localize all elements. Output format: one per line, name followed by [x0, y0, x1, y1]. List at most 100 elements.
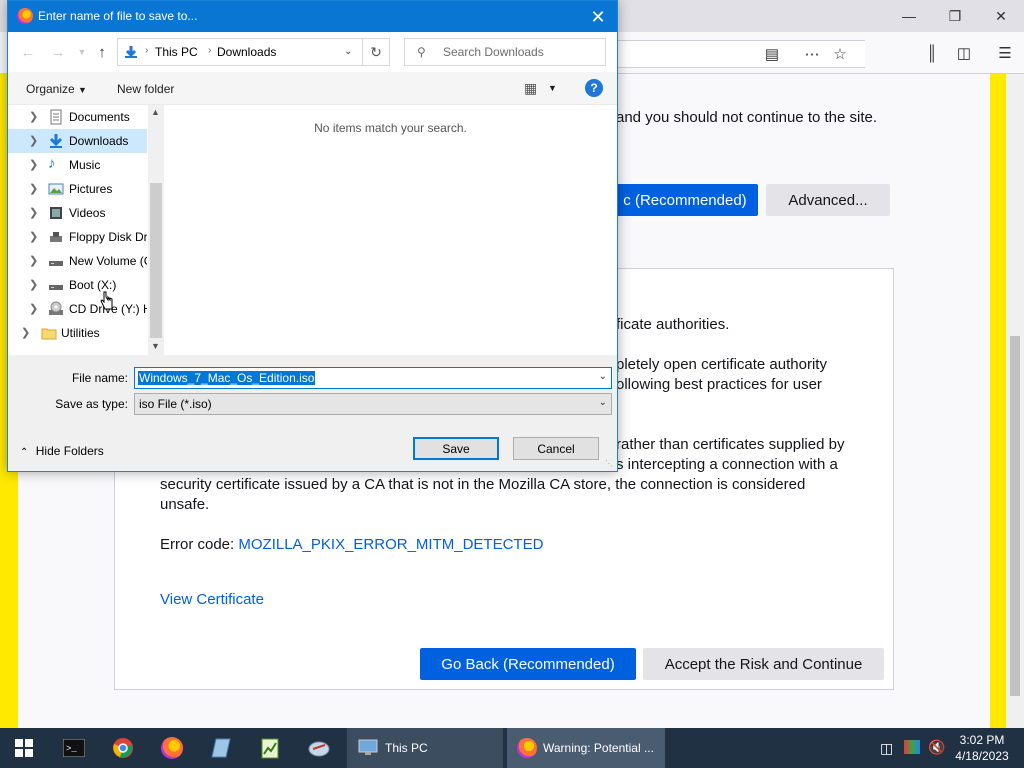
- up-arrow-icon[interactable]: ↑: [92, 43, 112, 61]
- save-type-dropdown-icon[interactable]: ⌄: [599, 397, 607, 408]
- taskbar-firefox[interactable]: [148, 728, 196, 768]
- nav-item-label: Documents: [69, 110, 130, 124]
- hide-folders-toggle[interactable]: ⌃ Hide Folders: [20, 444, 104, 458]
- scroll-up-icon[interactable]: ▲: [151, 107, 160, 117]
- expand-chevron-icon[interactable]: ❯: [29, 278, 38, 291]
- taskbar-app-5[interactable]: [246, 728, 294, 768]
- save-button[interactable]: Save: [413, 437, 499, 460]
- scroll-down-icon[interactable]: ▼: [151, 341, 160, 351]
- nav-item-cd-drive[interactable]: ❯ CD Drive (Y:) H: [8, 297, 147, 321]
- close-icon[interactable]: ✕: [978, 0, 1024, 32]
- nav-item-utilities[interactable]: ❯ Utilities: [8, 321, 147, 345]
- library-icon[interactable]: ║: [921, 42, 943, 64]
- taskbar-app-4[interactable]: [197, 728, 245, 768]
- new-folder-button[interactable]: New folder: [117, 82, 174, 96]
- expand-chevron-icon[interactable]: ❯: [29, 134, 38, 147]
- nav-item-boot[interactable]: ❯ Boot (X:): [8, 273, 147, 297]
- hide-folders-label: Hide Folders: [35, 444, 104, 458]
- search-downloads-field[interactable]: ⚲ Search Downloads: [404, 38, 606, 66]
- expand-chevron-icon[interactable]: ❯: [29, 110, 38, 123]
- nav-item-label: Videos: [69, 206, 106, 220]
- firefox-icon: [517, 738, 537, 758]
- reader-view-icon[interactable]: ▤: [761, 43, 783, 65]
- view-options-icon[interactable]: ▦: [524, 80, 537, 97]
- nav-item-floppy-disk[interactable]: ❯ Floppy Disk Dri: [8, 225, 147, 249]
- advanced-text-line: s intercepting a connection with a: [616, 456, 838, 473]
- expand-chevron-icon[interactable]: ❯: [29, 206, 38, 219]
- nav-item-downloads[interactable]: ❯ Downloads: [8, 129, 147, 153]
- accept-risk-button[interactable]: Accept the Risk and Continue: [643, 648, 884, 680]
- nav-item-pictures[interactable]: ❯ Pictures: [8, 177, 147, 201]
- taskbar-app-6[interactable]: [295, 728, 343, 768]
- network-icon[interactable]: ◫: [880, 740, 893, 757]
- minimize-icon[interactable]: —: [886, 0, 932, 32]
- nav-item-label: Boot (X:): [69, 278, 117, 292]
- nav-item-label: New Volume (C: [69, 254, 147, 268]
- system-clock[interactable]: 3:02 PM 4/18/2023: [944, 732, 1020, 764]
- advanced-button[interactable]: Advanced...: [766, 184, 890, 216]
- address-breadcrumb[interactable]: › This PC › Downloads ⌄: [117, 38, 363, 66]
- taskbar-this-pc-label: This PC: [385, 741, 428, 755]
- expand-chevron-icon[interactable]: ❯: [29, 182, 38, 195]
- folder-icon: [41, 328, 57, 340]
- breadcrumb-this-pc[interactable]: This PC: [155, 45, 198, 59]
- file-name-field[interactable]: Windows_7_Mac_Os_Edition.iso ⌄: [134, 367, 612, 389]
- address-dropdown-icon[interactable]: ⌄: [344, 46, 352, 57]
- taskbar-chrome[interactable]: [99, 728, 147, 768]
- nav-item-documents[interactable]: ❯ Documents: [8, 105, 147, 129]
- start-button[interactable]: [0, 728, 48, 768]
- expand-chevron-icon[interactable]: ❯: [21, 326, 30, 339]
- file-name-dropdown-icon[interactable]: ⌄: [599, 371, 607, 382]
- expand-chevron-icon[interactable]: ❯: [29, 254, 38, 267]
- organize-menu[interactable]: Organize ▼: [26, 82, 87, 96]
- back-arrow-icon[interactable]: ←: [18, 43, 38, 61]
- advanced-text-line: rather than certificates supplied by: [616, 436, 845, 453]
- chart-doc-icon: [261, 738, 279, 759]
- nav-item-new-volume[interactable]: ❯ New Volume (C: [8, 249, 147, 273]
- taskbar-terminal[interactable]: >_: [50, 728, 98, 768]
- utility-icon: [308, 741, 330, 757]
- forward-arrow-icon[interactable]: →: [48, 43, 68, 61]
- go-back-top-button[interactable]: c (Recommended): [612, 184, 758, 216]
- view-dropdown-icon[interactable]: ▼: [548, 83, 557, 93]
- bookmark-star-icon[interactable]: ☆: [829, 43, 851, 65]
- sidebar-icon[interactable]: ◫: [953, 42, 975, 64]
- nav-item-videos[interactable]: ❯ Videos: [8, 201, 147, 225]
- nav-pane-scroll-thumb[interactable]: [150, 183, 162, 338]
- warning-text-line: and you should not continue to the site.: [616, 109, 878, 126]
- taskbar-this-pc[interactable]: This PC: [347, 728, 503, 768]
- recent-locations-icon[interactable]: ▼: [72, 43, 92, 61]
- expand-chevron-icon[interactable]: ❯: [29, 302, 38, 315]
- drive-icon: [49, 261, 63, 266]
- breadcrumb-downloads[interactable]: Downloads: [217, 45, 276, 59]
- view-certificate-link[interactable]: View Certificate: [160, 590, 264, 610]
- error-code-line: Error code: MOZILLA_PKIX_ERROR_MITM_DETE…: [160, 535, 543, 555]
- save-file-dialog: Enter name of file to save to... ✕ ← → ▼…: [7, 0, 618, 472]
- menu-icon[interactable]: ☰: [994, 42, 1016, 64]
- restore-icon[interactable]: ❐: [932, 0, 978, 32]
- page-scroll-thumb[interactable]: [1010, 336, 1020, 696]
- nav-item-music[interactable]: ❯ ♪ Music: [8, 153, 147, 177]
- expand-chevron-icon[interactable]: ❯: [29, 158, 38, 171]
- chevron-up-icon: ⌃: [20, 447, 29, 458]
- file-list-area[interactable]: No items match your search.: [164, 105, 617, 355]
- url-bar[interactable]: ▤ ⋯ ☆: [610, 40, 865, 68]
- error-code-link[interactable]: MOZILLA_PKIX_ERROR_MITM_DETECTED: [238, 536, 543, 553]
- page-actions-icon[interactable]: ⋯: [801, 43, 823, 65]
- refresh-icon[interactable]: ↻: [362, 38, 390, 66]
- display-icon[interactable]: [904, 740, 920, 754]
- music-icon: ♪: [48, 155, 56, 172]
- save-type-select[interactable]: iso File (*.iso) ⌄: [134, 393, 612, 415]
- cancel-button[interactable]: Cancel: [513, 437, 599, 460]
- taskbar-firefox-warning[interactable]: Warning: Potential ...: [507, 728, 665, 768]
- firefox-icon: [161, 737, 183, 759]
- resize-grip-icon[interactable]: ⋱: [605, 459, 613, 468]
- expand-chevron-icon[interactable]: ❯: [29, 230, 38, 243]
- navigation-pane: ❯ Documents ❯ Downloads ❯ ♪ Music ❯ Pict…: [8, 105, 164, 355]
- advanced-text-line: unsafe.: [160, 496, 210, 513]
- dialog-close-icon[interactable]: ✕: [586, 6, 610, 28]
- organize-dropdown-icon: ▼: [78, 85, 87, 95]
- go-back-button[interactable]: Go Back (Recommended): [420, 648, 636, 680]
- help-icon[interactable]: ?: [585, 79, 603, 97]
- volume-muted-icon[interactable]: 🔇: [928, 739, 945, 756]
